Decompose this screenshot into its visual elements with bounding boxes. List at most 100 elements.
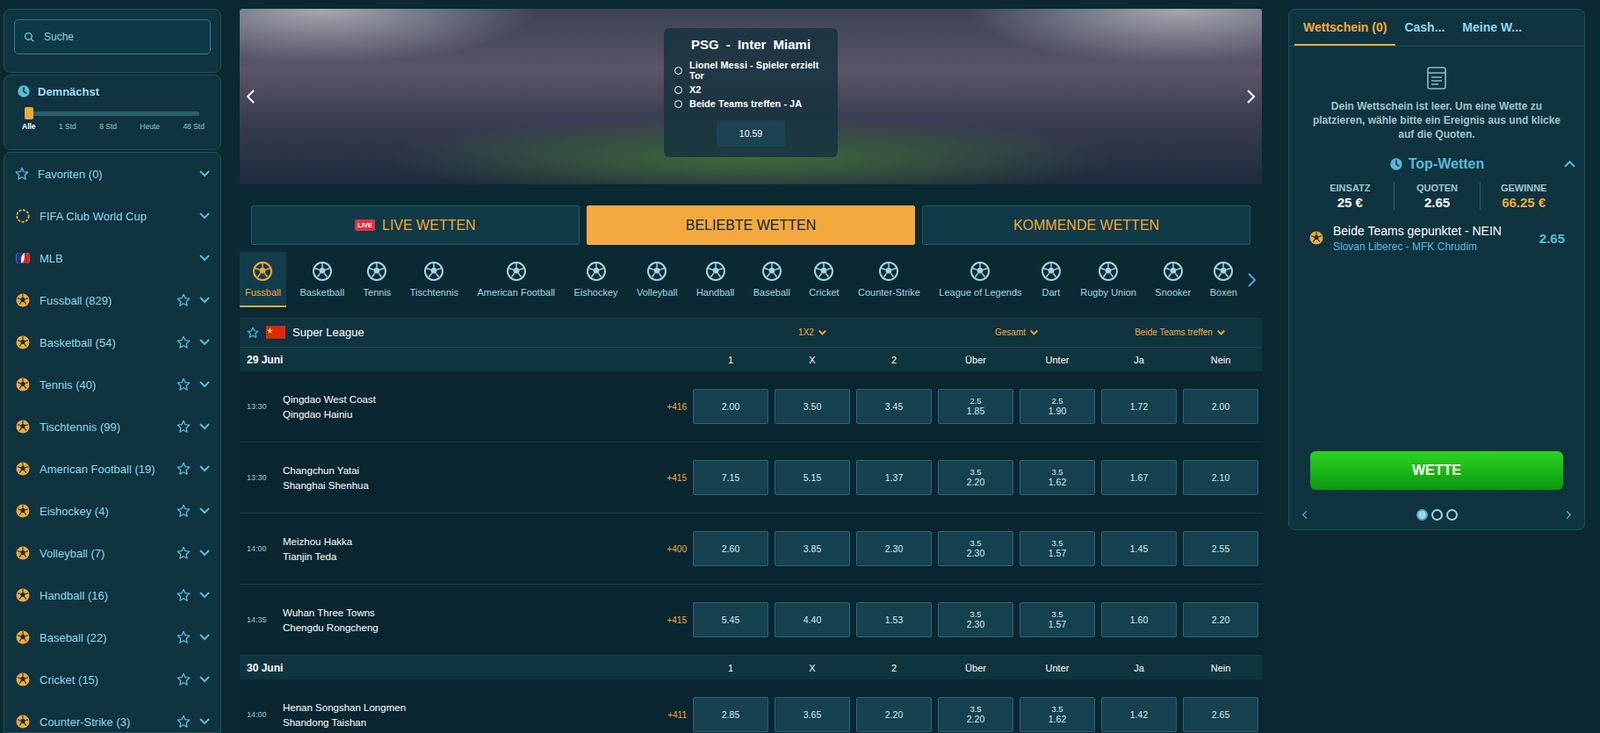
sport-tab[interactable]: Eishockey bbox=[568, 252, 623, 308]
time-slider[interactable] bbox=[27, 111, 200, 116]
bet-slip-tab[interactable]: Meine W... bbox=[1453, 9, 1531, 46]
match-row[interactable]: 14:35Wuhan Three TownsChengdu Rongcheng+… bbox=[239, 584, 1262, 656]
market-label[interactable]: Beide Teams treffen bbox=[1134, 327, 1213, 338]
odds-button[interactable]: 2.00 bbox=[692, 389, 769, 425]
sidebar-item-label[interactable]: Eishockey (4) bbox=[39, 504, 168, 519]
odds-button[interactable]: 3.65 bbox=[774, 697, 851, 733]
match-teams[interactable]: Qingdao West CoastQingdao Hainiu bbox=[282, 394, 628, 420]
sidebar-item-label[interactable]: Cricket (15) bbox=[39, 673, 168, 687]
favorite-star-icon[interactable] bbox=[176, 377, 191, 392]
favorite-star-icon[interactable] bbox=[176, 546, 191, 561]
match-teams[interactable]: Meizhou HakkaTianjin Teda bbox=[282, 536, 628, 563]
favorite-star-icon[interactable] bbox=[176, 504, 191, 519]
odds-button[interactable]: 1.42 bbox=[1101, 697, 1177, 733]
search-field[interactable] bbox=[14, 19, 211, 55]
market-dropdown[interactable]: Gesamt bbox=[937, 327, 1096, 338]
sport-tab-label[interactable]: Fussball bbox=[245, 287, 282, 298]
odds-button[interactable]: 3.52.20 bbox=[937, 697, 1014, 733]
more-markets[interactable]: +416 bbox=[634, 402, 687, 412]
odds-button[interactable]: 1.45 bbox=[1101, 531, 1177, 567]
time-filter-option[interactable]: Alle bbox=[21, 122, 37, 131]
away-team[interactable]: Tianjin Teda bbox=[282, 551, 628, 563]
away-team[interactable]: Shanghai Shenhua bbox=[282, 480, 628, 491]
arrow-left-icon[interactable] bbox=[245, 88, 256, 105]
favorite-star-icon[interactable] bbox=[176, 672, 191, 687]
sport-tab-label[interactable]: Snooker bbox=[1154, 287, 1191, 298]
more-markets[interactable]: +400 bbox=[634, 544, 687, 555]
odds-button[interactable]: 2.51.90 bbox=[1019, 389, 1096, 425]
odds-button[interactable]: 3.52.20 bbox=[937, 460, 1014, 496]
sport-tab-label[interactable]: American Football bbox=[476, 287, 555, 298]
main-tab[interactable]: KOMMENDE WETTEN bbox=[922, 205, 1251, 246]
odds-button[interactable]: 1.37 bbox=[856, 460, 932, 496]
away-team[interactable]: Qingdao Hainiu bbox=[282, 409, 628, 420]
sidebar-item[interactable]: Counter-Strike (3) bbox=[4, 700, 221, 733]
odds-button[interactable]: 1.67 bbox=[1101, 460, 1177, 496]
sidebar-item-label[interactable]: Handball (16) bbox=[39, 589, 168, 603]
sport-tab[interactable]: Volleyball bbox=[631, 252, 683, 308]
bet-slip-tab[interactable]: Wettschein (0) bbox=[1294, 9, 1396, 46]
main-tab-label[interactable]: LIVE WETTEN bbox=[381, 217, 476, 234]
scroll-right-icon[interactable] bbox=[1242, 252, 1262, 308]
away-team[interactable]: Chengdu Rongcheng bbox=[282, 622, 628, 634]
sport-tab[interactable]: Dart bbox=[1035, 252, 1067, 308]
sport-tab-label[interactable]: Counter-Strike bbox=[857, 287, 921, 298]
main-tab-label[interactable]: KOMMENDE WETTEN bbox=[1013, 217, 1160, 234]
away-team[interactable]: Shandong Taishan bbox=[282, 717, 628, 728]
odds-button[interactable]: 1.53 bbox=[856, 602, 932, 638]
odds-button[interactable]: 2.30 bbox=[856, 531, 932, 567]
top-bets-header[interactable]: Top-Wetten bbox=[1289, 156, 1585, 173]
next-icon[interactable] bbox=[1565, 510, 1572, 520]
market-dropdown[interactable]: 1X2 bbox=[692, 327, 932, 338]
time-filter-option[interactable]: 1 Std bbox=[58, 122, 77, 131]
sidebar-item-label[interactable]: Baseball (22) bbox=[39, 631, 168, 645]
sidebar-item[interactable]: MLB bbox=[4, 237, 221, 280]
place-bet-button[interactable]: WETTE bbox=[1310, 451, 1564, 491]
top-bet[interactable]: Beide Teams gepunktet - NEINSlovan Liber… bbox=[1289, 209, 1585, 253]
favorite-star-icon[interactable] bbox=[176, 335, 191, 350]
time-slider-handle[interactable] bbox=[24, 107, 34, 120]
pager-dot[interactable] bbox=[1416, 509, 1428, 521]
match-row[interactable]: 13:30Changchun YataiShanghai Shenhua+415… bbox=[239, 442, 1262, 514]
sport-tab[interactable]: League of Legends bbox=[933, 252, 1027, 308]
match-teams[interactable]: Henan Songshan LongmenShandong Taishan bbox=[282, 702, 628, 728]
odds-button[interactable]: 3.51.57 bbox=[1019, 531, 1096, 567]
sidebar-item-label[interactable]: Basketball (54) bbox=[39, 336, 168, 350]
sport-tab[interactable]: Rugby Union bbox=[1074, 252, 1142, 308]
sport-tab[interactable]: Tischtennis bbox=[404, 252, 464, 308]
pager-dot[interactable] bbox=[1431, 509, 1443, 521]
time-filter-option[interactable]: 48 Std bbox=[182, 122, 205, 131]
odds-button[interactable]: 5.15 bbox=[774, 460, 851, 496]
sport-tab-label[interactable]: League of Legends bbox=[938, 287, 1022, 298]
sidebar-item-label[interactable]: Counter-Strike (3) bbox=[39, 715, 168, 729]
favorite-star-icon[interactable] bbox=[176, 461, 191, 476]
main-tab-label[interactable]: BELIEBTE WETTEN bbox=[685, 217, 816, 234]
main-tab[interactable]: LIVELIVE WETTEN bbox=[251, 205, 580, 246]
match-row[interactable]: 14:00Henan Songshan LongmenShandong Tais… bbox=[239, 679, 1262, 733]
odds-button[interactable]: 2.60 bbox=[692, 531, 769, 567]
sidebar-item-label[interactable]: Volleyball (7) bbox=[39, 547, 168, 561]
prev-icon[interactable] bbox=[1301, 510, 1308, 520]
favorite-star-icon[interactable] bbox=[176, 714, 191, 729]
more-markets[interactable]: +415 bbox=[634, 615, 687, 626]
more-markets[interactable]: +415 bbox=[634, 473, 687, 483]
sidebar-item[interactable]: Tischtennis (99) bbox=[4, 405, 221, 448]
odds-button[interactable]: 3.51.62 bbox=[1019, 697, 1096, 733]
sidebar-item-label[interactable]: Tischtennis (99) bbox=[39, 420, 168, 434]
odds-button[interactable]: 2.10 bbox=[1182, 460, 1259, 496]
odds-button[interactable]: 2.51.85 bbox=[937, 389, 1014, 425]
sport-tab-label[interactable]: Tischtennis bbox=[410, 287, 459, 298]
sidebar-item[interactable]: Cricket (15) bbox=[4, 658, 221, 701]
odds-button[interactable]: 3.51.57 bbox=[1019, 602, 1096, 638]
odds-button[interactable]: 3.51.62 bbox=[1019, 460, 1096, 496]
sidebar-item[interactable]: FIFA Club World Cup bbox=[4, 194, 221, 238]
odds-button[interactable]: 3.85 bbox=[774, 531, 851, 567]
odds-button[interactable]: 1.60 bbox=[1101, 602, 1177, 638]
sport-tab-label[interactable]: Tennis bbox=[363, 287, 392, 298]
sport-tab[interactable]: Handball bbox=[691, 252, 740, 308]
main-tab[interactable]: BELIEBTE WETTEN bbox=[586, 205, 916, 246]
odds-button[interactable]: 2.20 bbox=[1182, 602, 1259, 638]
banner-bet-card[interactable]: PSG - Inter MiamiLionel Messi - Spieler … bbox=[663, 28, 838, 158]
odds-button[interactable]: 2.20 bbox=[856, 697, 932, 733]
match-teams[interactable]: Changchun YataiShanghai Shenhua bbox=[282, 465, 628, 491]
